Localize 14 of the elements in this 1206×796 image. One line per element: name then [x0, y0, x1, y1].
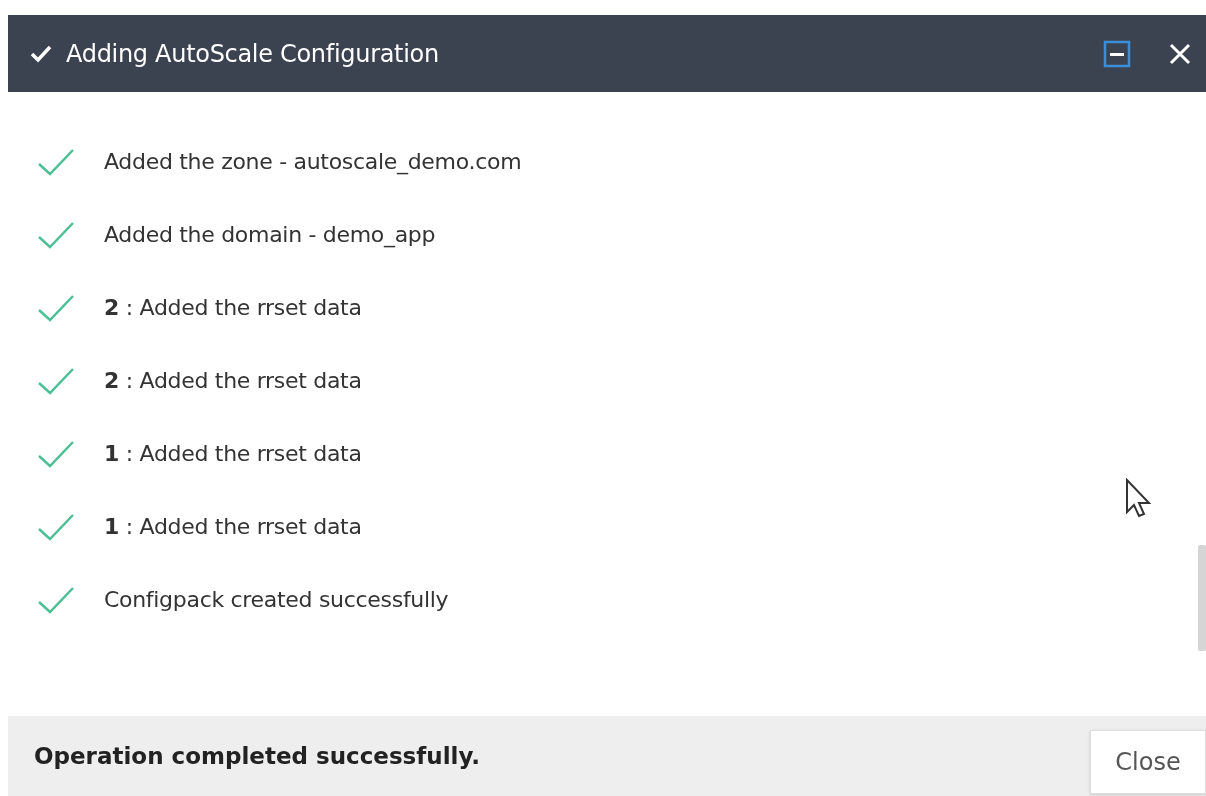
- close-button[interactable]: Close: [1090, 730, 1206, 794]
- step-message: 2 : Added the rrset data: [104, 368, 362, 393]
- close-button[interactable]: [1168, 41, 1192, 66]
- check-icon: [30, 44, 52, 63]
- step-message: Added the zone - autoscale_demo.com: [104, 149, 522, 174]
- minimize-button[interactable]: [1102, 38, 1132, 69]
- step-message: Added the domain - demo_app: [104, 222, 436, 247]
- window-title: Adding AutoScale Configuration: [66, 39, 440, 68]
- step-message: 1 : Added the rrset data: [104, 514, 362, 539]
- step-message: 1 : Added the rrset data: [104, 441, 362, 466]
- status-message: Operation completed successfully.: [34, 743, 481, 769]
- step-message: Configpack created successfully: [104, 587, 449, 612]
- scrollbar[interactable]: [1198, 545, 1206, 651]
- step-message: 2 : Added the rrset data: [104, 295, 362, 320]
